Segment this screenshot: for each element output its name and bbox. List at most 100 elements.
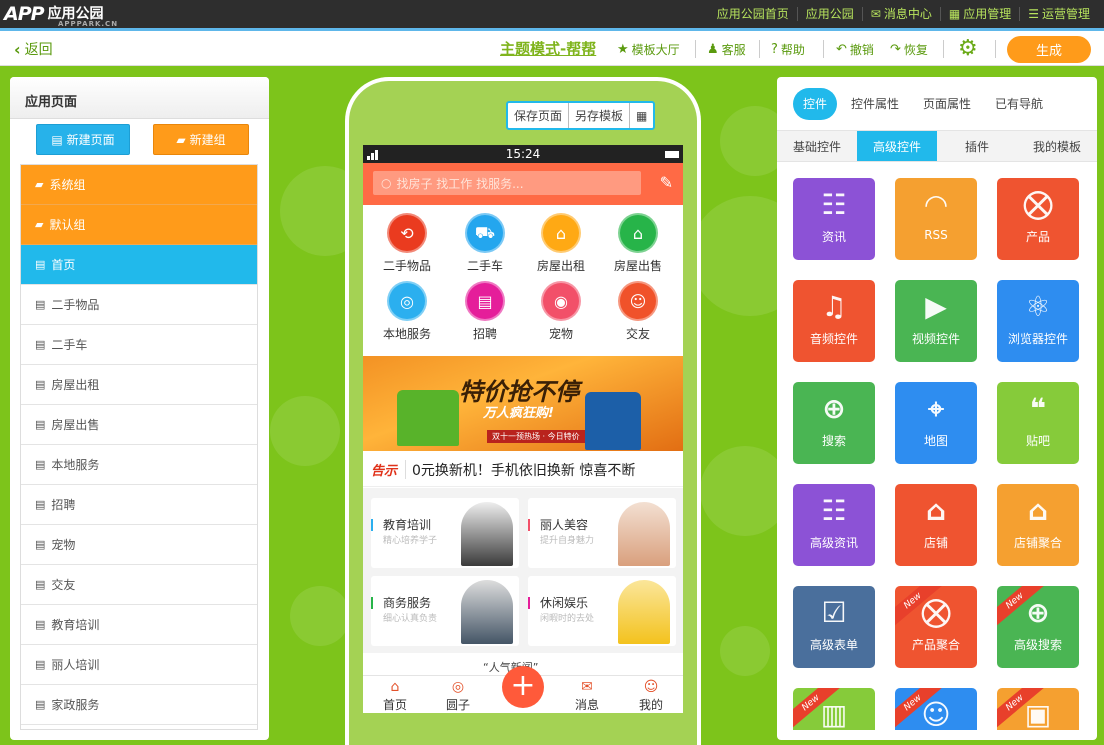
file-icon: ▤ — [35, 378, 46, 391]
page-item[interactable]: ▤ 家政服务 — [21, 685, 257, 725]
new-group-button[interactable]: ▰ 新建组 — [153, 124, 249, 155]
gear-icon[interactable]: ⚙ — [958, 36, 978, 61]
page-item[interactable]: ▤ 招聘 — [21, 485, 257, 525]
widget-tile-news[interactable]: ☷ 资讯 — [793, 178, 875, 260]
page-item-home[interactable]: ▤ 首页 — [21, 245, 257, 285]
category-item[interactable]: ◉ 宠物 — [530, 281, 592, 342]
plus-button[interactable]: + — [502, 666, 544, 708]
tab-widget-props[interactable]: 控件属性 — [841, 88, 909, 120]
category-label: 交友 — [625, 327, 650, 341]
redo-icon: ↷ — [890, 42, 901, 57]
topnav-park-link[interactable]: 应用公园 — [796, 7, 862, 21]
undo-icon: ↶ — [836, 42, 847, 57]
widget-tile-chat[interactable]: ☺ New — [895, 688, 977, 730]
tab-home[interactable]: ⌂ 首页 — [375, 679, 415, 713]
widget-tile-box[interactable]: ▣ New — [997, 688, 1079, 730]
undo-button[interactable]: ↶ 撤销 — [836, 41, 874, 58]
file-icon: ▤ — [35, 578, 46, 591]
help-button[interactable]: ? 帮助 — [771, 41, 805, 58]
template-hall-label: 模板大厅 — [631, 43, 680, 57]
subtab-plugins[interactable]: 插件 — [937, 131, 1017, 161]
category-item[interactable]: ▤ 招聘 — [454, 281, 516, 342]
people-icon: ☺ — [618, 281, 658, 321]
widget-tile-forum[interactable]: ❝ 贴吧 — [997, 382, 1079, 464]
widget-tile-map[interactable]: ⌖ 地图 — [895, 382, 977, 464]
category-item[interactable]: ⌂ 房屋出租 — [530, 213, 592, 274]
topnav-home-link[interactable]: 应用公园首页 — [709, 7, 797, 21]
widget-tile-shop[interactable]: ⌂ 店铺 — [895, 484, 977, 566]
page-label: 招聘 — [51, 498, 76, 512]
topnav-operation-link[interactable]: ☰ 运营管理 — [1019, 7, 1098, 21]
new-page-button[interactable]: ▤ 新建页面 — [36, 124, 130, 155]
support-label: 客服 — [721, 43, 746, 57]
category-item[interactable]: ⟲ 二手物品 — [376, 213, 438, 274]
banner-subtitle: 万人疯狂购! — [483, 406, 554, 421]
help-label: 帮助 — [780, 43, 805, 57]
app-logo[interactable]: APP 应用公园 APPPARK.CN — [4, 2, 117, 28]
group-item-default[interactable]: ▰ 默认组 — [21, 205, 257, 245]
page-item[interactable]: ▤ 房屋出售 — [21, 405, 257, 445]
mail-icon: ✉ — [870, 7, 881, 21]
template-hall-button[interactable]: ★ 模板大厅 — [617, 41, 680, 58]
widget-tile-video[interactable]: ▶ 视频控件 — [895, 280, 977, 362]
card-accent — [528, 519, 530, 531]
service-card[interactable]: 商务服务 细心认真负责 — [371, 576, 519, 646]
support-button[interactable]: ♟ 客服 — [707, 41, 746, 58]
widget-tile-adv-search[interactable]: ⊕ 高级搜索 New — [997, 586, 1079, 668]
subtab-my-templates[interactable]: 我的模板 — [1017, 131, 1097, 161]
save-page-button[interactable]: 保存页面 — [508, 103, 570, 128]
subtab-basic[interactable]: 基础控件 — [777, 131, 857, 161]
tab-mine[interactable]: ☺ 我的 — [631, 679, 671, 713]
widget-tile-product-aggregate[interactable]: ⛒ 产品聚合 New — [895, 586, 977, 668]
redo-button[interactable]: ↷ 恢复 — [890, 41, 928, 58]
category-item[interactable]: ☺ 交友 — [607, 281, 669, 342]
subtab-advanced[interactable]: 高级控件 — [857, 131, 937, 161]
tab-widgets[interactable]: 控件 — [793, 87, 838, 120]
tab-existing-nav[interactable]: 已有导航 — [985, 88, 1053, 120]
new-group-label: 新建组 — [189, 133, 226, 147]
widget-tile-shop-aggregate[interactable]: ⌂ 店铺聚合 — [997, 484, 1079, 566]
search-input[interactable]: ○ 找房子 找工作 找服务... — [373, 171, 641, 195]
qr-code-icon[interactable]: ▦ — [630, 103, 653, 128]
page-item[interactable]: ▤ 教育培训 — [21, 605, 257, 645]
page-item[interactable]: ▤ 宠物 — [21, 525, 257, 565]
tab-circle[interactable]: ◎ 圆子 — [438, 679, 478, 713]
service-card[interactable]: 丽人美容 提升自身魅力 — [528, 498, 676, 568]
generate-button[interactable]: 生成 — [1007, 36, 1091, 63]
widget-tile-product[interactable]: ⛒ 产品 — [997, 178, 1079, 260]
back-button[interactable]: ‹ 返回 — [14, 39, 53, 59]
edit-icon[interactable]: ✎ — [660, 173, 673, 192]
category-item[interactable]: ⛟ 二手车 — [454, 213, 516, 274]
page-item[interactable]: ▤ 交友 — [21, 565, 257, 605]
widget-label: 店铺 — [923, 536, 948, 550]
topnav-messages-link[interactable]: ✉ 消息中心 — [861, 7, 940, 21]
category-item[interactable]: ◎ 本地服务 — [376, 281, 438, 342]
service-card[interactable]: 教育培训 精心培养学子 — [371, 498, 519, 568]
page-label: 房屋出售 — [51, 418, 100, 432]
category-item[interactable]: ⌂ 房屋出售 — [607, 213, 669, 274]
widget-tile-adv-news[interactable]: ☷ 高级资讯 — [793, 484, 875, 566]
page-item[interactable]: ▤ 本地服务 — [21, 445, 257, 485]
topnav-app-manage-link[interactable]: ▦ 应用管理 — [939, 7, 1019, 21]
file-icon: ▤ — [35, 538, 46, 551]
mode-title[interactable]: 主题模式-帮帮 — [500, 38, 596, 59]
widget-tile-audio[interactable]: ♫ 音频控件 — [793, 280, 875, 362]
widget-tile-adv-form[interactable]: ☑ 高级表单 — [793, 586, 875, 668]
user-icon: ♟ — [707, 42, 719, 57]
card-accent — [371, 597, 373, 609]
page-item[interactable]: ▤ 二手物品 — [21, 285, 257, 325]
widget-tile-browser[interactable]: ⚛ 浏览器控件 — [997, 280, 1079, 362]
page-item[interactable]: ▤ 房屋出租 — [21, 365, 257, 405]
page-item[interactable]: ▤ 二手车 — [21, 325, 257, 365]
notice-bar[interactable]: 告示 0元换新机！手机依旧换新 惊喜不断 — [363, 453, 683, 487]
tab-messages[interactable]: ✉ 消息 — [567, 679, 607, 713]
page-item[interactable]: ▤ 丽人培训 — [21, 645, 257, 685]
group-item-system[interactable]: ▰ 系统组 — [21, 165, 257, 205]
widget-tile-search[interactable]: ⊕ 搜索 — [793, 382, 875, 464]
tab-page-props[interactable]: 页面属性 — [913, 88, 981, 120]
service-card[interactable]: 休闲娱乐 闲暇时的去处 — [528, 576, 676, 646]
save-as-template-button[interactable]: 另存模板 — [569, 103, 631, 128]
promo-banner[interactable]: 特价抢不停 万人疯狂购! 双十一预热场 · 今日特价 — [363, 356, 683, 451]
widget-tile-building[interactable]: ▥ New — [793, 688, 875, 730]
widget-tile-rss[interactable]: ◠ RSS — [895, 178, 977, 260]
